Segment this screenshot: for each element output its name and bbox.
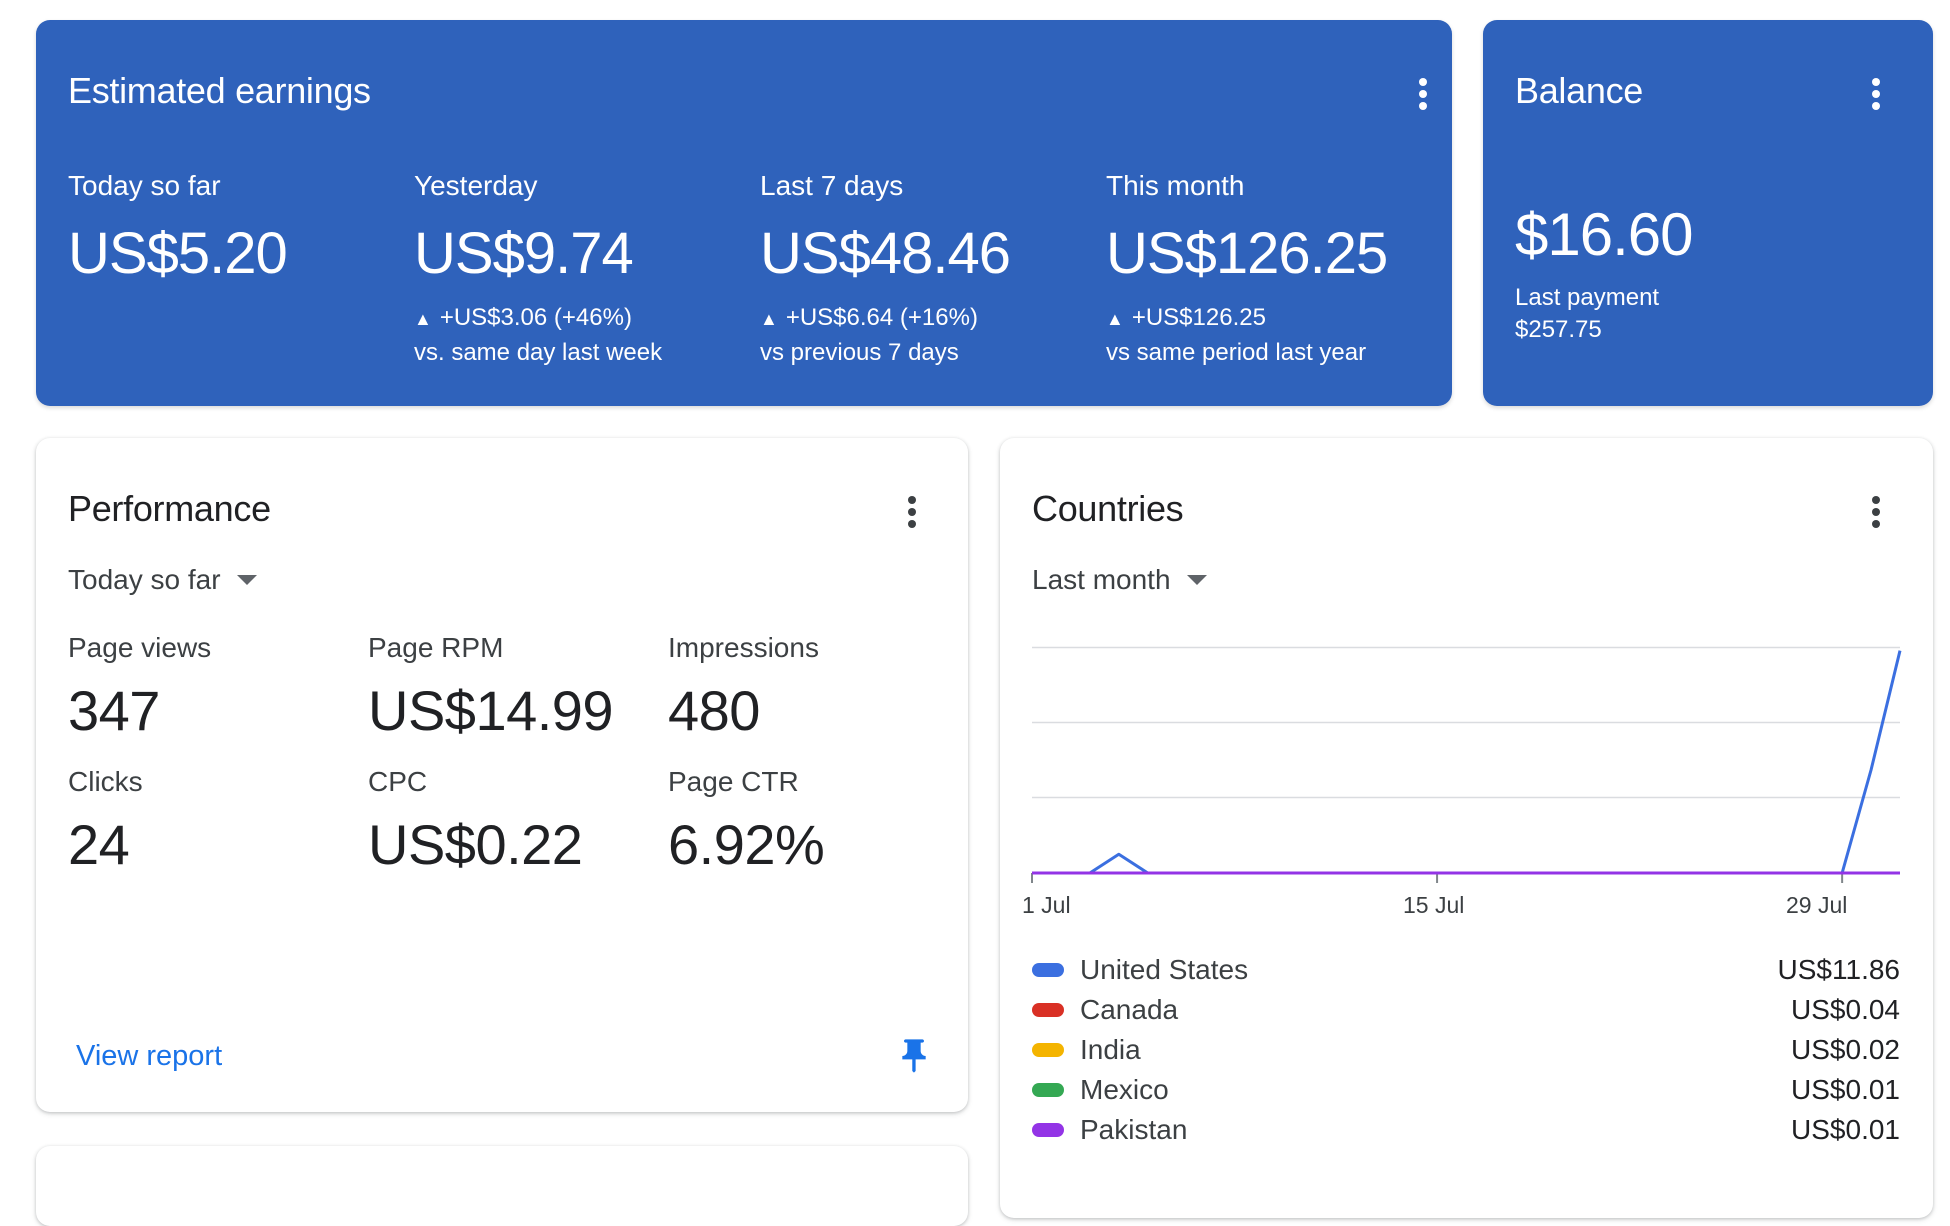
legend-item: Pakistan US$0.01 [1032, 1110, 1900, 1150]
last-payment-value: $257.75 [1515, 316, 1602, 343]
metric-value: 6.92% [668, 813, 825, 876]
earnings-value: US$5.20 [68, 221, 288, 286]
legend-item: United States US$11.86 [1032, 950, 1900, 990]
earnings-last-7-days: Last 7 days US$48.46 ▲ +US$6.64 (+16%) vs… [760, 170, 1100, 369]
metric-page-views: Page views 347 [68, 632, 368, 743]
metric-impressions: Impressions 480 [668, 632, 968, 743]
metric-page-ctr: Page CTR 6.92% [668, 766, 968, 877]
legend-value: US$0.01 [1791, 1074, 1900, 1105]
performance-range-dropdown[interactable]: Today so far [68, 564, 257, 596]
legend-swatch [1032, 963, 1064, 977]
earnings-value: US$126.25 [1106, 221, 1388, 286]
metric-value: US$0.22 [368, 813, 583, 876]
legend-country: Canada [1080, 994, 1179, 1025]
trend-up-icon: ▲ [1106, 309, 1124, 329]
metric-value: 24 [68, 813, 130, 876]
metric-label: Page CTR [668, 766, 799, 797]
earnings-delta: ▲ +US$3.06 (+46%) vs. same day last week [414, 301, 754, 369]
earnings-delta: ▲ +US$6.64 (+16%) vs previous 7 days [760, 301, 1100, 369]
metric-label: Page RPM [368, 632, 504, 663]
earnings-value: US$48.46 [760, 221, 1011, 286]
trend-up-icon: ▲ [414, 309, 432, 329]
earnings-label: Today so far [68, 170, 221, 201]
legend-item: India US$0.02 [1032, 1030, 1900, 1070]
legend-value: US$0.04 [1791, 994, 1900, 1025]
earnings-this-month: This month US$126.25 ▲ +US$126.25 vs same… [1106, 170, 1446, 369]
legend-swatch [1032, 1003, 1064, 1017]
legend-swatch [1032, 1083, 1064, 1097]
legend-country: India [1080, 1034, 1141, 1065]
earnings-today: Today so far US$5.20 [68, 170, 408, 287]
performance-card: Performance Today so far Page views 347 … [36, 438, 968, 1112]
performance-title: Performance [68, 488, 271, 529]
estimated-earnings-title: Estimated earnings [68, 70, 371, 111]
more-options-icon[interactable] [1864, 74, 1888, 114]
metric-clicks: Clicks 24 [68, 766, 368, 877]
earnings-label: Yesterday [414, 170, 538, 201]
x-tick-label: 15 Jul [1403, 892, 1465, 918]
metric-label: Clicks [68, 766, 143, 797]
legend-value: US$0.02 [1791, 1034, 1900, 1065]
earnings-label: Last 7 days [760, 170, 904, 201]
last-payment: Last payment $257.75 [1515, 282, 1659, 346]
more-options-icon[interactable] [1411, 74, 1435, 114]
metric-value: 347 [68, 679, 160, 742]
trend-up-icon: ▲ [760, 309, 778, 329]
legend-swatch [1032, 1123, 1064, 1137]
earnings-label: This month [1106, 170, 1245, 201]
earnings-compare: vs previous 7 days [760, 339, 959, 366]
metric-label: CPC [368, 766, 428, 797]
earnings-value: US$9.74 [414, 221, 634, 286]
series-line-united-states [1032, 650, 1902, 875]
legend-value: US$11.86 [1777, 954, 1900, 985]
dropdown-label: Today so far [68, 564, 221, 595]
balance-card: Balance $16.60 Last payment $257.75 [1483, 20, 1933, 406]
legend-item: Mexico US$0.01 [1032, 1070, 1900, 1110]
x-tick-label: 29 Jul [1786, 892, 1848, 918]
earnings-delta: ▲ +US$126.25 vs same period last year [1106, 301, 1446, 369]
earnings-compare: vs. same day last week [414, 339, 663, 366]
legend-value: US$0.01 [1791, 1114, 1900, 1145]
legend-country: Pakistan [1080, 1114, 1188, 1145]
legend-swatch [1032, 1043, 1064, 1057]
more-options-icon[interactable] [900, 492, 924, 532]
metric-cpc: CPC US$0.22 [368, 766, 668, 877]
pin-icon[interactable] [894, 1034, 934, 1078]
last-payment-label: Last payment [1515, 284, 1660, 311]
metric-value: 480 [668, 679, 760, 742]
balance-value: $16.60 [1515, 201, 1694, 268]
legend-country: Mexico [1080, 1074, 1169, 1105]
caret-down-icon [236, 575, 257, 585]
estimated-earnings-card: Estimated earnings Today so far US$5.20 … [36, 20, 1452, 406]
countries-card: Countries Last month 1 Jul 15 Jul 29 Jul… [1000, 438, 1933, 1218]
metric-label: Impressions [668, 632, 819, 663]
earnings-compare: vs same period last year [1106, 339, 1367, 366]
next-card [36, 1146, 968, 1226]
metric-label: Page views [68, 632, 212, 663]
balance-title: Balance [1515, 70, 1643, 111]
metric-page-rpm: Page RPM US$14.99 [368, 632, 668, 743]
x-tick-label: 1 Jul [1022, 892, 1071, 918]
earnings-yesterday: Yesterday US$9.74 ▲ +US$3.06 (+46%) vs. s… [414, 170, 754, 369]
legend-country: United States [1080, 954, 1249, 985]
countries-line-chart [1031, 646, 1902, 883]
metric-value: US$14.99 [368, 679, 614, 742]
legend-item: Canada US$0.04 [1032, 990, 1900, 1030]
view-report-link[interactable]: View report [76, 1040, 222, 1073]
